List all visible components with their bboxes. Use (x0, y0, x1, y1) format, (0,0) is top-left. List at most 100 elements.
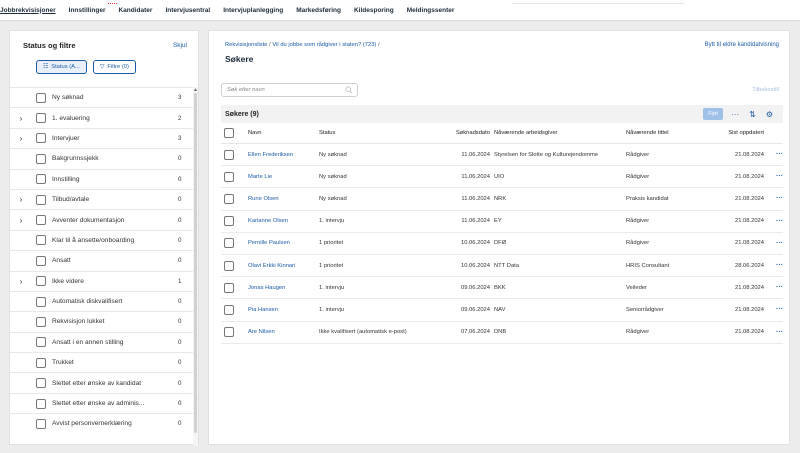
row-more-icon[interactable]: ··· (764, 218, 783, 225)
status-checkbox[interactable] (36, 194, 46, 205)
column-header-date[interactable]: Søknadsdato (412, 130, 494, 136)
status-item[interactable]: Ansatt 0 (10, 250, 198, 270)
applicant-name-link[interactable]: Karianne Olsen (248, 218, 319, 224)
status-checkbox[interactable] (36, 174, 46, 185)
chevron-right-icon[interactable]: › (10, 114, 26, 123)
select-all-checkbox[interactable] (224, 128, 234, 138)
gear-icon[interactable]: ⚙ (766, 110, 773, 119)
table-row[interactable]: Are Nilsen Ikke kvalifisert (automatisk e… (221, 322, 783, 344)
nav-innstillinger[interactable]: Innstillinger (69, 7, 106, 14)
status-item[interactable]: Innstilling 0 (10, 168, 198, 189)
row-more-icon[interactable]: ··· (764, 173, 783, 180)
column-header-updated[interactable]: Sist oppdatert (711, 130, 764, 136)
status-checkbox[interactable] (36, 337, 46, 348)
status-item[interactable]: › Avventer dokumentasjon 0 (10, 209, 198, 229)
table-row[interactable]: Jonas Haugen 1. intervju 09.06.2024 BKK Veil… (221, 277, 783, 300)
row-more-icon[interactable]: ··· (764, 329, 783, 336)
status-checkbox[interactable] (36, 357, 46, 368)
nav-jobbrekvisisjoner[interactable]: Jobbrekvisisjoner (0, 7, 56, 14)
chevron-right-icon[interactable]: › (10, 134, 26, 143)
table-row[interactable]: Karianne Olsen 1. intervju 11.06.2024 EY Råd… (221, 211, 783, 233)
row-checkbox[interactable] (224, 327, 234, 338)
chevron-right-icon[interactable]: › (10, 195, 26, 204)
nav-meldingssenter[interactable]: Meldingssenter (407, 7, 455, 14)
table-row[interactable]: Ellen Frederiksen Ny søknad 11.06.2024 Styr… (221, 144, 783, 167)
scrollbar-thumb[interactable] (194, 93, 197, 433)
applicant-name-link[interactable]: Marte Lie (248, 174, 319, 180)
nav-kildesporing[interactable]: Kildesporing (354, 7, 394, 14)
old-view-link[interactable]: Bytt til eldre kandidatvisning (705, 42, 779, 48)
column-header-name[interactable]: Navn (248, 130, 319, 136)
status-checkbox[interactable] (36, 113, 46, 124)
row-checkbox[interactable] (224, 149, 234, 160)
status-item[interactable]: Rekvisisjon lukket 0 (10, 311, 198, 331)
reset-link[interactable]: Tilbakestill (752, 87, 779, 93)
status-item[interactable]: Automatisk diskvalifisert 0 (10, 290, 198, 311)
row-more-icon[interactable]: ··· (764, 262, 783, 269)
status-item[interactable]: Trukket 0 (10, 352, 198, 372)
status-checkbox[interactable] (36, 276, 46, 287)
applicant-name-link[interactable]: Jonas Haugen (248, 285, 319, 291)
status-checkbox[interactable] (36, 92, 46, 103)
sort-icon[interactable]: ⇅ (749, 110, 756, 119)
column-header-status[interactable]: Status (319, 130, 412, 136)
row-checkbox[interactable] (224, 238, 234, 249)
row-checkbox[interactable] (224, 216, 234, 227)
row-checkbox[interactable] (224, 260, 234, 271)
applicant-name-link[interactable]: Pernille Paulsen (248, 240, 319, 246)
breadcrumb-requisition-list[interactable]: Rekvisisjonsliste (225, 42, 268, 48)
row-checkbox[interactable] (224, 171, 234, 182)
applicant-name-link[interactable]: Ellen Frederiksen (248, 152, 319, 158)
chevron-right-icon[interactable]: › (10, 277, 26, 286)
status-checkbox[interactable] (36, 296, 46, 307)
status-checkbox[interactable] (36, 316, 46, 327)
row-more-icon[interactable]: ··· (764, 306, 783, 313)
status-item[interactable]: Slettet etter ønske av kandidat 0 (10, 372, 198, 392)
applicant-name-link[interactable]: Are Nilsen (248, 329, 319, 335)
status-checkbox[interactable] (36, 378, 46, 389)
status-item[interactable]: Ansatt i en annen stilling 0 (10, 331, 198, 352)
status-checkbox[interactable] (36, 255, 46, 266)
more-options-icon[interactable]: ··· (731, 110, 739, 119)
column-header-employer[interactable]: Nåværende arbeidsgiver (494, 130, 626, 136)
chevron-right-icon[interactable]: › (10, 216, 26, 225)
row-more-icon[interactable]: ··· (764, 284, 783, 291)
row-checkbox[interactable] (224, 304, 234, 315)
filters-button[interactable]: ▽ Filtre (0) (92, 60, 136, 74)
nav-intervjuplanlegging[interactable]: Intervjuplanlegging (223, 7, 283, 14)
status-checkbox[interactable] (36, 133, 46, 144)
nav-intervjusentral[interactable]: Intervjusentral (165, 7, 210, 14)
status-item[interactable]: Slettet etter ønske av adminis... 0 (10, 392, 198, 413)
status-checkbox[interactable] (36, 235, 46, 246)
table-row[interactable]: Pia Hansen 1. intervju 09.06.2024 NAV Senior… (221, 299, 783, 322)
status-item[interactable]: › Ikke videre 1 (10, 270, 198, 291)
row-checkbox[interactable] (224, 282, 234, 293)
status-item[interactable]: Bakgrunnssjekk 0 (10, 148, 198, 168)
status-item[interactable]: Ny søknad 3 (10, 87, 198, 107)
status-checkbox[interactable] (36, 418, 46, 429)
row-more-icon[interactable]: ··· (764, 240, 783, 247)
nav-kandidater[interactable]: Kandidater (118, 7, 152, 14)
column-header-title[interactable]: Nåværende tittel (626, 130, 711, 136)
search-input[interactable]: Søk etter navn (221, 83, 358, 97)
status-item[interactable]: › 1. evaluering 2 (10, 107, 198, 127)
move-button[interactable]: Flytt (703, 108, 724, 120)
applicant-name-link[interactable]: Pia Hansen (248, 307, 319, 313)
row-checkbox[interactable] (224, 193, 234, 204)
table-row[interactable]: Rune Olsen Ny søknad 11.06.2024 NRK Praksis … (221, 188, 783, 211)
nav-markedsforing[interactable]: Markedsføring (296, 7, 341, 14)
row-more-icon[interactable]: ··· (764, 151, 783, 158)
status-item[interactable]: Klar til å ansette/onboarding 0 (10, 229, 198, 250)
applicant-name-link[interactable]: Olavi Erkki Kinnari (248, 263, 319, 269)
status-checkbox[interactable] (36, 398, 46, 409)
sidebar-scrollbar[interactable]: ▲ (193, 87, 198, 446)
table-row[interactable]: Pernille Paulsen 1 prioritet 10.06.2024 DFØ… (221, 233, 783, 255)
status-checkbox[interactable] (36, 153, 46, 164)
status-checkbox[interactable] (36, 215, 46, 226)
status-item[interactable]: › Tilbud/avtale 0 (10, 188, 198, 209)
row-more-icon[interactable]: ··· (764, 195, 783, 202)
hide-panel-link[interactable]: Skjul (173, 42, 187, 49)
breadcrumb-requisition[interactable]: Vil du jobbe som rådgiver i staten? (723… (272, 42, 376, 48)
table-row[interactable]: Olavi Erkki Kinnari 1 prioritet 10.06.2024… (221, 255, 783, 278)
applicant-name-link[interactable]: Rune Olsen (248, 196, 319, 202)
